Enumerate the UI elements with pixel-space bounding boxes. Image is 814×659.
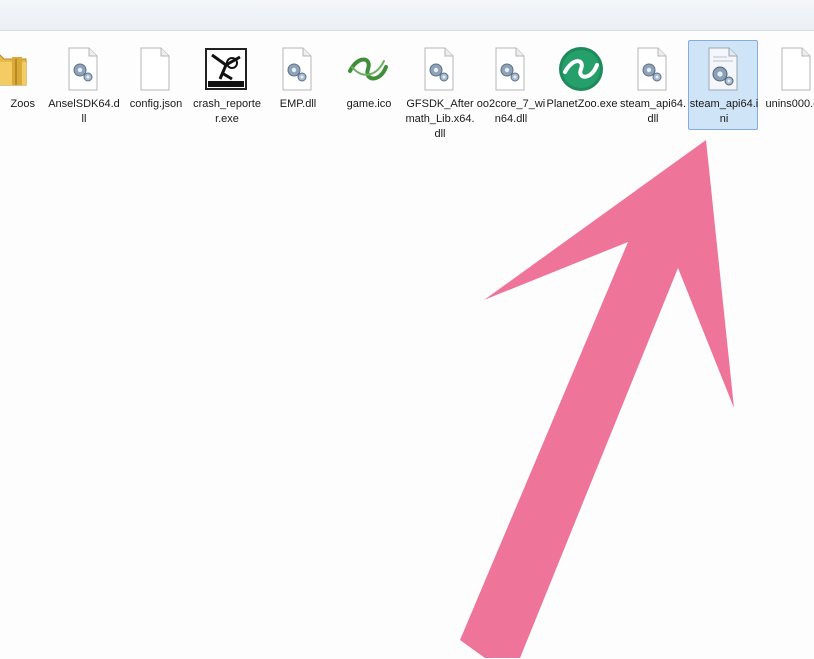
- file-label: crash_reporter.exe: [193, 98, 261, 125]
- dll-gear-icon: [486, 45, 534, 93]
- dll-gear-icon: [59, 45, 107, 93]
- planet-zoo-app-icon: [557, 45, 605, 93]
- file-label: Zoos: [10, 98, 35, 110]
- file-item-config-json[interactable]: config.json: [119, 40, 191, 150]
- file-item-game-ico[interactable]: game.ico: [332, 40, 404, 150]
- file-label: unins000.dat: [765, 98, 814, 110]
- file-item-anselsdk64-dll[interactable]: AnselSDK64.dll: [47, 40, 120, 150]
- file-label: game.ico: [346, 98, 392, 110]
- file-list-area[interactable]: Zoos AnselSDK64.dll config.json crash_re…: [0, 30, 814, 659]
- file-item-zoos-folder[interactable]: Zoos: [0, 40, 42, 150]
- file-label: GFSDK_Aftermath_Lib.x64.dll: [405, 98, 475, 140]
- file-item-gfsdk-aftermath-dll[interactable]: GFSDK_Aftermath_Lib.x64.dll: [403, 40, 475, 150]
- file-item-unins000-dat[interactable]: unins000.dat: [760, 40, 814, 150]
- file-item-planetzoo-exe[interactable]: PlanetZoo.exe: [545, 40, 617, 150]
- file-label: PlanetZoo.exe: [546, 98, 618, 110]
- folder-icon: [0, 45, 30, 93]
- ini-settings-icon: [699, 45, 747, 93]
- cobra-app-icon: [202, 45, 250, 93]
- file-item-steam-api64-ini[interactable]: steam_api64.ini: [688, 40, 758, 130]
- dll-gear-icon: [273, 45, 321, 93]
- blank-document-icon: [131, 45, 179, 93]
- explorer-top-bar: [0, 0, 814, 31]
- file-label: steam_api64.dll: [619, 98, 687, 125]
- file-label: oo2core_7_win64.dll: [476, 98, 546, 125]
- file-item-oo2core-dll[interactable]: oo2core_7_win64.dll: [474, 40, 546, 150]
- file-item-emp-dll[interactable]: EMP.dll: [261, 40, 333, 150]
- file-label: EMP.dll: [279, 98, 317, 110]
- green-swirl-icon: [344, 45, 392, 93]
- file-item-steam-api64-dll[interactable]: steam_api64.dll: [616, 40, 688, 150]
- dll-gear-icon: [415, 45, 463, 93]
- dll-gear-icon: [628, 45, 676, 93]
- blank-document-icon: [772, 45, 814, 93]
- file-label: steam_api64.ini: [689, 98, 759, 125]
- file-item-crash-reporter-exe[interactable]: crash_reporter.exe: [190, 40, 262, 150]
- file-label: config.json: [129, 98, 183, 110]
- file-label: AnselSDK64.dll: [48, 98, 120, 125]
